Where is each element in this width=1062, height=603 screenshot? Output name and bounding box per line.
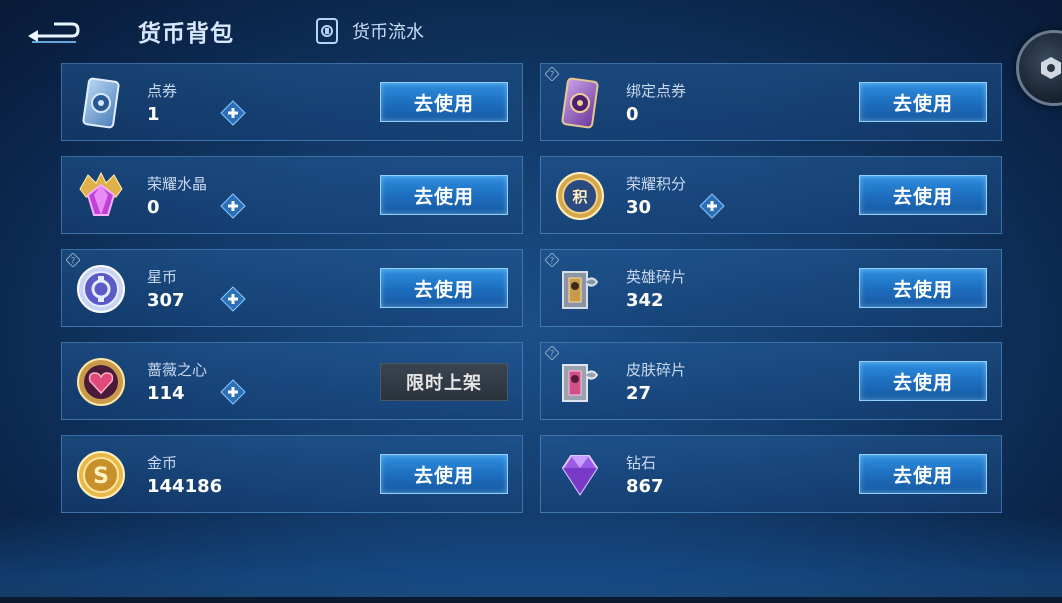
currency-amount: 307	[147, 290, 185, 311]
currency-card: ? 英雄碎片 342 去使用	[540, 249, 1002, 327]
currency-name: 皮肤碎片	[626, 361, 687, 379]
diamond-icon	[553, 448, 607, 502]
currency-amount: 114	[147, 383, 185, 404]
currency-amount: 30	[626, 197, 652, 218]
currency-card: ? 绑定点券 0 去使用	[540, 63, 1002, 141]
currency-amount: 1	[147, 104, 160, 125]
add-currency-button[interactable]	[220, 193, 246, 219]
currency-amount: 0	[147, 197, 160, 218]
currency-amount: 867	[626, 476, 664, 497]
currency-amount: 144186	[147, 476, 223, 497]
use-button[interactable]: 去使用	[380, 175, 508, 215]
currency-card: ? 皮肤碎片 27 去使用	[540, 342, 1002, 420]
hero-fragment-icon	[553, 262, 607, 316]
back-button[interactable]	[24, 12, 82, 48]
bottom-bar	[0, 597, 1062, 603]
currency-amount: 342	[626, 290, 664, 311]
use-button[interactable]: 去使用	[859, 361, 987, 401]
currency-name: 金币	[147, 454, 178, 472]
currency-card: 荣耀水晶 0 去使用	[61, 156, 523, 234]
ledger-icon	[316, 18, 338, 44]
back-arrow-icon	[28, 22, 80, 43]
use-button[interactable]: 去使用	[380, 82, 508, 122]
currency-flow-link[interactable]: 货币流水	[314, 17, 424, 45]
currency-name: 荣耀水晶	[147, 175, 208, 193]
gold-coin-icon: S	[74, 448, 128, 502]
use-button[interactable]: 去使用	[380, 268, 508, 308]
currency-card: 点券 1 去使用	[61, 63, 523, 141]
side-menu-button[interactable]	[1016, 30, 1062, 106]
limited-time-button: 限时上架	[380, 363, 508, 401]
currency-name: 荣耀积分	[626, 175, 687, 193]
currency-amount: 0	[626, 104, 639, 125]
glory-points-icon: 积	[553, 169, 607, 223]
currency-name: 绑定点券	[626, 82, 687, 100]
use-button[interactable]: 去使用	[859, 175, 987, 215]
currency-name: 点券	[147, 82, 178, 100]
currency-amount: 27	[626, 383, 652, 404]
currency-card: S 金币 144186 去使用	[61, 435, 523, 513]
currency-card: 蔷薇之心 114 限时上架	[61, 342, 523, 420]
currency-card: 钻石 867 去使用	[540, 435, 1002, 513]
add-currency-button[interactable]	[220, 286, 246, 312]
bound-ticket-icon	[553, 76, 607, 130]
svg-text:积: 积	[572, 188, 587, 206]
currency-name: 蔷薇之心	[147, 361, 208, 379]
star-coin-icon	[74, 262, 128, 316]
use-button[interactable]: 去使用	[859, 454, 987, 494]
currency-name: 钻石	[626, 454, 657, 472]
ticket-icon	[74, 76, 128, 130]
currency-card: ? 星币 307 去使用	[61, 249, 523, 327]
use-button[interactable]: 去使用	[380, 454, 508, 494]
background-glow	[0, 513, 1062, 603]
currency-name: 星币	[147, 268, 178, 286]
page-title: 货币背包	[138, 21, 234, 47]
use-button[interactable]: 去使用	[859, 268, 987, 308]
skin-fragment-icon	[553, 355, 607, 409]
add-currency-button[interactable]	[220, 379, 246, 405]
glory-crystal-icon	[74, 169, 128, 223]
currency-card: 积 荣耀积分 30 去使用	[540, 156, 1002, 234]
svg-text:S: S	[93, 464, 109, 489]
add-currency-button[interactable]	[699, 193, 725, 219]
currency-flow-label: 货币流水	[352, 22, 424, 43]
rose-heart-icon	[74, 355, 128, 409]
hexagon-icon	[1041, 57, 1061, 79]
use-button[interactable]: 去使用	[859, 82, 987, 122]
currency-name: 英雄碎片	[626, 268, 687, 286]
add-currency-button[interactable]	[220, 100, 246, 126]
